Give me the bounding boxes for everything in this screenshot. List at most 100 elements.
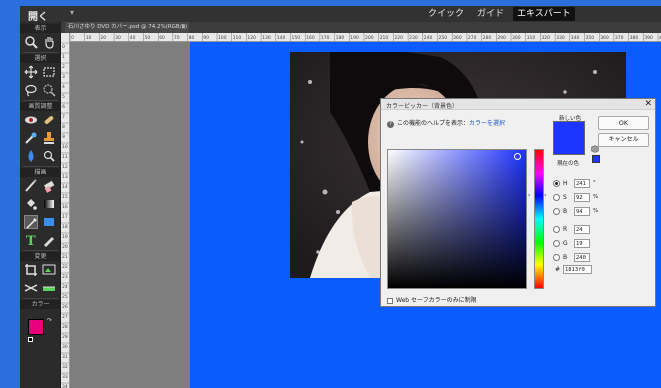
out-of-gamut-cube-icon[interactable] (591, 145, 599, 153)
mode-guide-tab[interactable]: ガイド (473, 7, 508, 21)
ruler-tick-label: 0 (62, 44, 65, 50)
ruler-tick-label: 18 (62, 224, 68, 230)
mode-quick-tab[interactable]: クイック (424, 7, 468, 21)
zoom-tool-icon[interactable] (24, 35, 38, 49)
saturation-brightness-field[interactable] (387, 149, 527, 289)
help-link[interactable]: カラーを選択 (469, 120, 505, 127)
web-safe-only-option[interactable]: Web セーフカラーのみに制限 (387, 295, 477, 304)
ruler-tick-label: 160 (306, 35, 315, 41)
blur-tool-icon[interactable] (24, 149, 38, 163)
recompose-tool-icon[interactable] (42, 263, 56, 277)
move-tool-icon[interactable] (24, 65, 38, 79)
ruler-tick-label: 300 (512, 35, 521, 41)
document-tab[interactable]: 石川さゆり DVD カバー.psd @ 74.2%(RGB/8) × (65, 22, 189, 33)
ruler-tick-label: 270 (468, 35, 477, 41)
ok-button[interactable]: OK (598, 116, 649, 130)
shape-tool-icon[interactable] (42, 215, 56, 229)
web-safe-color-swatch[interactable] (592, 155, 600, 163)
spot-healing-tool-icon[interactable] (42, 113, 56, 127)
ruler-tick-label: 220 (394, 35, 403, 41)
close-dialog-icon[interactable]: ✕ (644, 99, 652, 109)
web-safe-only-label: Web セーフカラーのみに制限 (396, 297, 477, 304)
ruler-tick-label: 350 (586, 35, 595, 41)
color-field-marker[interactable] (514, 153, 521, 160)
color-field-input[interactable]: 94 (574, 207, 590, 216)
ruler-tick-label: 70 (174, 35, 180, 41)
color-field-input[interactable]: 240 (574, 253, 590, 262)
marquee-tool-icon[interactable] (42, 65, 56, 79)
smart-brush-tool-icon[interactable] (24, 131, 38, 145)
quick-selection-tool-icon[interactable] (42, 83, 56, 97)
hex-input[interactable]: 1813f0 (563, 265, 592, 274)
foreground-color-swatch[interactable] (28, 319, 44, 335)
ruler-tick-label: 11 (62, 154, 68, 160)
ruler-tick-label: 19 (62, 234, 68, 240)
mode-expert-tab[interactable]: エキスパート (513, 7, 575, 21)
color-field-unit: ° (593, 180, 596, 186)
ruler-tick-label: 210 (380, 35, 389, 41)
color-field-radio[interactable] (553, 240, 560, 247)
color-picker-dialog: カラーピッカー（背景色） ✕ ? この機能のヘルプを表示：カラーを選択 › ‹ 新… (380, 98, 656, 307)
color-field-radio[interactable] (553, 226, 560, 233)
ruler-tick-label: 29 (62, 334, 68, 340)
straighten-tool-icon[interactable] (42, 281, 56, 295)
horizontal-ruler[interactable]: 0 10 20 30 40 50 60 70 80 90 100 110 120 130 140 150 160… (70, 33, 661, 42)
hue-slider[interactable] (534, 149, 544, 289)
color-field-label: H (563, 180, 568, 187)
new-color-swatch (553, 121, 585, 138)
default-colors-icon[interactable] (28, 337, 33, 342)
brush-tool-icon[interactable] (24, 179, 38, 193)
ruler-tick-label: 340 (571, 35, 580, 41)
ruler-tick-label: 25 (62, 294, 68, 300)
window-frame-left (0, 6, 20, 388)
color-field-input[interactable]: 241 (574, 179, 590, 188)
open-dropdown-icon[interactable]: ▾ (70, 8, 74, 17)
ruler-tick-label: 50 (145, 35, 151, 41)
eraser-tool-icon[interactable] (42, 179, 56, 193)
color-field-unit: % (593, 208, 599, 214)
vertical-ruler[interactable]: 0123456789101112131415161718192021222324… (61, 33, 70, 388)
paint-bucket-tool-icon[interactable] (24, 197, 38, 211)
crop-tool-icon[interactable] (24, 263, 38, 277)
ruler-tick-label: 30 (115, 35, 121, 41)
web-safe-only-checkbox[interactable] (387, 297, 393, 304)
hue-slider-right-arrow-icon[interactable]: ‹ (544, 192, 546, 199)
ruler-tick-label: 5 (62, 94, 65, 100)
lasso-tool-icon[interactable] (24, 83, 38, 97)
ruler-tick-label: 130 (262, 35, 271, 41)
content-aware-move-tool-icon[interactable] (24, 281, 38, 295)
toolbox-divider (23, 250, 58, 251)
color-field-radio[interactable] (553, 194, 560, 201)
color-field-unit: % (593, 194, 599, 200)
close-document-icon[interactable]: × (181, 22, 186, 33)
canvas-pasteboard (70, 42, 190, 388)
type-tool-icon[interactable]: T (24, 233, 38, 247)
color-field-input[interactable]: 92 (574, 193, 590, 202)
color-field-radio[interactable] (553, 254, 560, 261)
red-eye-tool-icon[interactable] (24, 113, 38, 127)
cancel-button[interactable]: キャンセル (598, 133, 649, 147)
clone-stamp-tool-icon[interactable] (42, 131, 56, 145)
hue-slider-left-arrow-icon[interactable]: › (528, 192, 530, 199)
dialog-title-bar[interactable]: カラーピッカー（背景色） ✕ (381, 99, 655, 110)
color-field-radio[interactable] (553, 180, 560, 187)
swap-colors-icon[interactable]: ↷ (47, 318, 53, 324)
color-field-input[interactable]: 19 (574, 239, 590, 248)
current-color-swatch[interactable] (553, 138, 585, 155)
sponge-tool-icon[interactable] (42, 149, 56, 163)
ruler-tick-label: 280 (483, 35, 492, 41)
ruler-tick-label: 240 (424, 35, 433, 41)
ruler-tick-label: 12 (62, 164, 68, 170)
open-button[interactable]: 開く (28, 8, 48, 23)
hand-tool-icon[interactable] (42, 35, 56, 49)
help-icon: ? (387, 121, 394, 128)
gradient-tool-icon[interactable] (42, 197, 56, 211)
color-field-input[interactable]: 24 (574, 225, 590, 234)
ruler-tick-label: 360 (600, 35, 609, 41)
pencil-tool-icon[interactable] (42, 233, 56, 247)
ruler-tick-label: 31 (62, 354, 68, 360)
eyedropper-tool-icon[interactable] (24, 215, 38, 229)
color-field-radio[interactable] (553, 208, 560, 215)
ruler-tick-label: 370 (615, 35, 624, 41)
ruler-tick-label: 8 (62, 124, 65, 130)
